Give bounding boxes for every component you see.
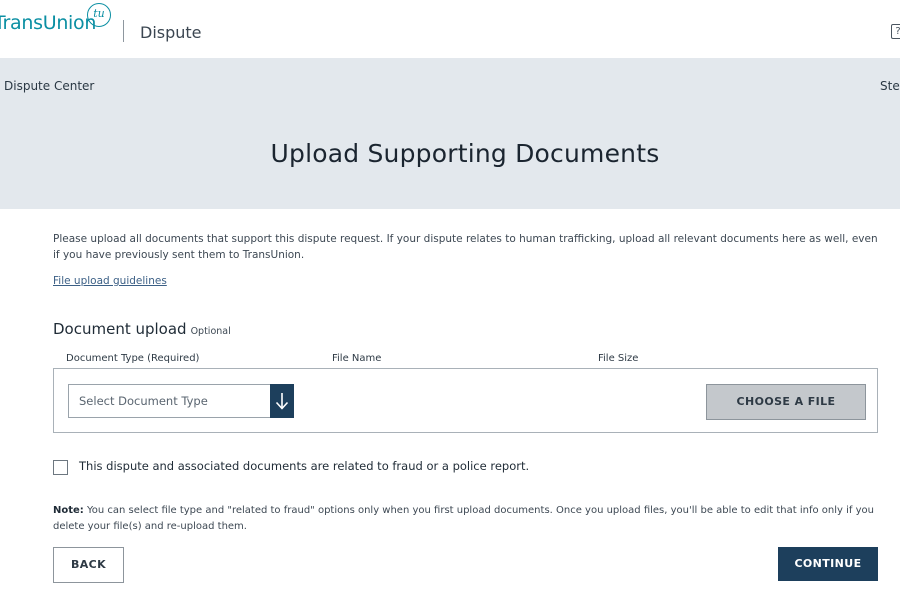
page-title: Upload Supporting Documents — [270, 139, 660, 168]
column-header-document-type: Document Type (Required) — [66, 353, 200, 364]
document-upload-heading: Document upload Optional — [53, 320, 231, 338]
logo-mark-icon: tu — [87, 3, 111, 27]
step-indicator: Ste — [880, 79, 900, 93]
help-icon[interactable]: ? — [891, 24, 900, 39]
breadcrumb[interactable]: Dispute Center — [4, 79, 94, 93]
app-name: Dispute — [140, 23, 202, 42]
select-placeholder: Select Document Type — [79, 394, 208, 408]
document-type-select[interactable]: Select Document Type — [68, 384, 294, 418]
header-divider — [123, 20, 124, 42]
fraud-checkbox-label[interactable]: This dispute and associated documents ar… — [79, 459, 529, 473]
note-text: Note: You can select file type and "rela… — [53, 503, 883, 535]
fraud-checkbox[interactable] — [53, 460, 68, 475]
page-header-band: Dispute Center Ste Upload Supporting Doc… — [0, 58, 900, 209]
choose-file-button[interactable]: CHOOSE A FILE — [706, 384, 866, 420]
optional-tag: Optional — [190, 326, 231, 337]
back-button[interactable]: BACK — [53, 547, 124, 583]
upload-row: Select Document Type CHOOSE A FILE — [53, 368, 878, 433]
logo-text: TransUnion — [0, 12, 97, 34]
section-title: Document upload — [53, 320, 187, 338]
top-bar: TransUnion tu Dispute ? — [0, 0, 900, 58]
note-body: You can select file type and "related to… — [53, 505, 874, 532]
note-label: Note: — [53, 505, 84, 516]
file-upload-guidelines-link[interactable]: File upload guidelines — [53, 275, 167, 287]
column-header-file-name: File Name — [332, 353, 382, 364]
column-header-file-size: File Size — [598, 353, 639, 364]
arrow-down-icon[interactable] — [270, 384, 294, 418]
continue-button[interactable]: CONTINUE — [778, 547, 878, 581]
intro-text: Please upload all documents that support… — [53, 233, 878, 261]
